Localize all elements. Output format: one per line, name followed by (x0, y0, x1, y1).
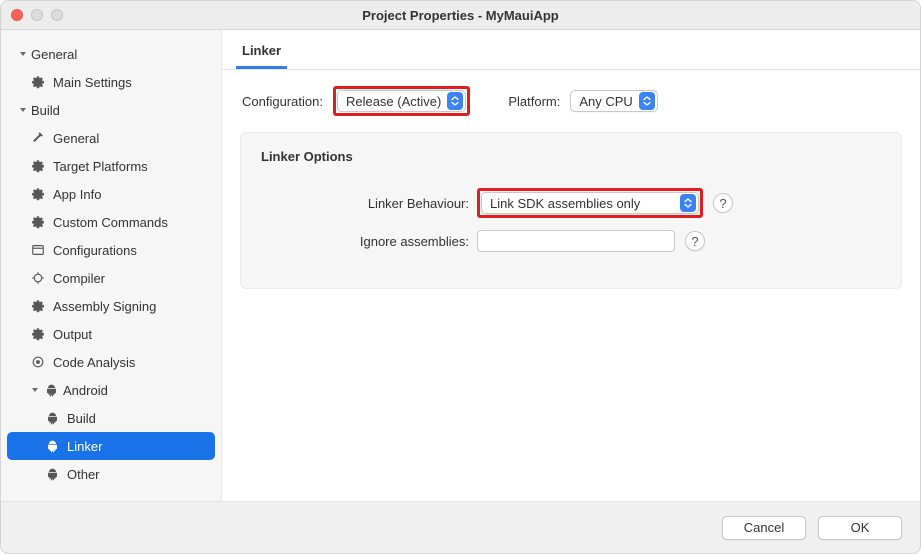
gear-icon (29, 299, 47, 313)
button-label: OK (851, 520, 870, 535)
configuration-highlight: Release (Active) (333, 86, 470, 116)
sidebar-item-label: Custom Commands (53, 215, 168, 230)
sidebar-item-build-general[interactable]: General (1, 124, 221, 152)
sidebar-item-main-settings[interactable]: Main Settings (1, 68, 221, 96)
sidebar-item-custom-commands[interactable]: Custom Commands (1, 208, 221, 236)
sidebar-item-android-other[interactable]: Other (1, 460, 221, 488)
sidebar-item-output[interactable]: Output (1, 320, 221, 348)
sidebar-group-label: Android (63, 383, 108, 398)
dialog-footer: Cancel OK (1, 501, 920, 553)
button-label: Cancel (744, 520, 784, 535)
linker-behaviour-select[interactable]: Link SDK assemblies only (481, 192, 699, 214)
configuration-label: Configuration: (242, 94, 323, 109)
platform-label: Platform: (508, 94, 560, 109)
minimize-window-button[interactable] (31, 9, 43, 21)
ok-button[interactable]: OK (818, 516, 902, 540)
sidebar-item-configurations[interactable]: Configurations (1, 236, 221, 264)
linker-behaviour-value: Link SDK assemblies only (490, 196, 640, 211)
sidebar-item-label: Compiler (53, 271, 105, 286)
platform-select[interactable]: Any CPU (570, 90, 657, 112)
window-controls (11, 9, 63, 21)
content-area: General Main Settings Build General (1, 29, 920, 501)
select-toggle-icon (447, 92, 463, 110)
titlebar: Project Properties - MyMauiApp (1, 1, 920, 29)
configuration-value: Release (Active) (346, 94, 441, 109)
android-icon (43, 384, 59, 397)
gear-icon (29, 215, 47, 229)
sidebar-item-target-platforms[interactable]: Target Platforms (1, 152, 221, 180)
linker-behaviour-label: Linker Behaviour: (261, 196, 477, 211)
gear-icon (29, 75, 47, 89)
help-icon: ? (691, 234, 698, 249)
sidebar-item-label: Output (53, 327, 92, 342)
chevron-down-icon (17, 50, 29, 58)
sidebar-item-label: Build (67, 411, 96, 426)
sidebar-item-android-linker[interactable]: Linker (7, 432, 215, 460)
select-toggle-icon (639, 92, 655, 110)
sidebar-item-app-info[interactable]: App Info (1, 180, 221, 208)
sidebar-group-build[interactable]: Build (1, 96, 221, 124)
tab-label: Linker (242, 43, 281, 58)
gear-icon (29, 159, 47, 173)
sidebar-group-label: Build (31, 103, 60, 118)
android-icon (43, 440, 61, 453)
configuration-select[interactable]: Release (Active) (337, 90, 466, 112)
chevron-down-icon (29, 386, 41, 394)
sidebar-item-label: Configurations (53, 243, 137, 258)
sidebar-item-compiler[interactable]: Compiler (1, 264, 221, 292)
sidebar-group-android[interactable]: Android (1, 376, 221, 404)
chevron-down-icon (17, 106, 29, 114)
platform-value: Any CPU (579, 94, 632, 109)
ignore-assemblies-row: Ignore assemblies: ? (261, 230, 881, 252)
main-panel: Linker Configuration: Release (Active) P… (222, 30, 920, 501)
sidebar-item-label: Target Platforms (53, 159, 148, 174)
linker-behaviour-highlight: Link SDK assemblies only (477, 188, 703, 218)
linker-behaviour-help-button[interactable]: ? (713, 193, 733, 213)
sidebar-group-general[interactable]: General (1, 40, 221, 68)
window-icon (29, 243, 47, 257)
sidebar-item-label: Assembly Signing (53, 299, 156, 314)
linker-behaviour-row: Linker Behaviour: Link SDK assemblies on… (261, 188, 881, 218)
maximize-window-button[interactable] (51, 9, 63, 21)
sidebar-item-label: App Info (53, 187, 101, 202)
sidebar-item-label: Linker (67, 439, 102, 454)
gear-icon (29, 187, 47, 201)
sidebar-item-label: Other (67, 467, 100, 482)
sidebar-item-label: General (53, 131, 99, 146)
help-icon: ? (719, 196, 726, 211)
sidebar-group-label: General (31, 47, 77, 62)
target-icon (29, 355, 47, 369)
panel-title: Linker Options (261, 149, 881, 164)
tab-bar: Linker (222, 30, 920, 70)
window-title: Project Properties - MyMauiApp (1, 8, 920, 23)
sidebar-item-assembly-signing[interactable]: Assembly Signing (1, 292, 221, 320)
android-icon (43, 412, 61, 425)
ignore-assemblies-help-button[interactable]: ? (685, 231, 705, 251)
tab-linker[interactable]: Linker (236, 35, 287, 69)
select-toggle-icon (680, 194, 696, 212)
sidebar-item-android-build[interactable]: Build (1, 404, 221, 432)
sidebar-item-label: Main Settings (53, 75, 132, 90)
linker-options-panel: Linker Options Linker Behaviour: Link SD… (240, 132, 902, 289)
sidebar: General Main Settings Build General (1, 30, 222, 501)
gear-icon (29, 327, 47, 341)
config-row: Configuration: Release (Active) Platform… (222, 70, 920, 132)
project-properties-window: Project Properties - MyMauiApp General M… (0, 0, 921, 554)
sidebar-item-label: Code Analysis (53, 355, 135, 370)
close-window-button[interactable] (11, 9, 23, 21)
ignore-assemblies-input[interactable] (477, 230, 675, 252)
android-icon (43, 468, 61, 481)
ignore-assemblies-label: Ignore assemblies: (261, 234, 477, 249)
hammer-icon (29, 131, 47, 145)
compiler-icon (29, 271, 47, 285)
sidebar-item-code-analysis[interactable]: Code Analysis (1, 348, 221, 376)
cancel-button[interactable]: Cancel (722, 516, 806, 540)
